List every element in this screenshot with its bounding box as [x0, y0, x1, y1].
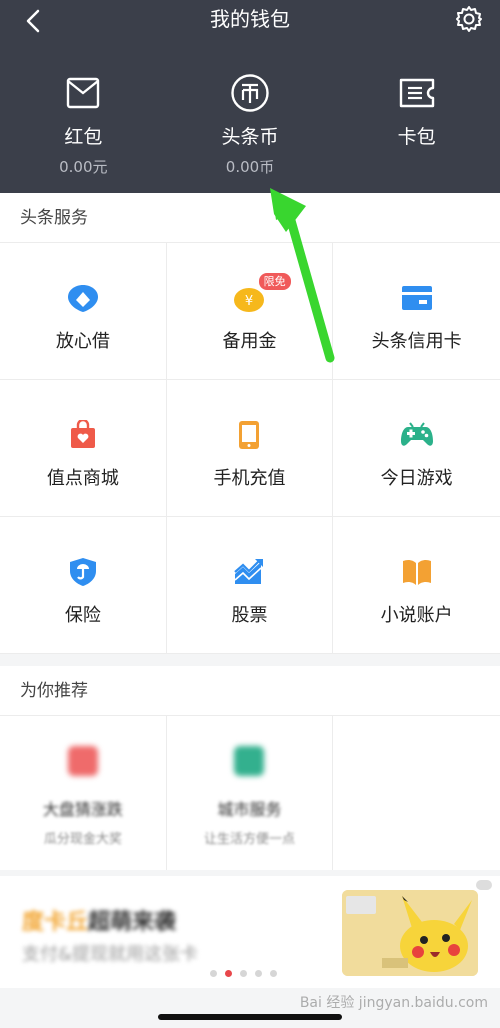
wallet-value: 0.00币	[225, 158, 275, 176]
wallet-label: 卡包	[397, 126, 436, 148]
service-insurance[interactable]: 保险	[0, 517, 167, 654]
calendar-icon	[67, 746, 98, 776]
shop-bag-icon	[70, 420, 95, 448]
carousel-dot-active[interactable]	[225, 970, 232, 977]
recommend-empty-slot	[333, 716, 500, 870]
service-phone-recharge[interactable]: 手机充值	[166, 380, 334, 517]
recommend-item[interactable]: 城市服务 让生活方便一点	[167, 716, 334, 870]
settings-gear-icon[interactable]	[454, 4, 484, 34]
service-games[interactable]: 今日游戏	[333, 380, 500, 517]
carousel-dot[interactable]	[255, 970, 262, 977]
wallet-summary-row: 红包 0.00元 头条币 0.00币 卡包	[0, 70, 500, 176]
service-fangxinjie[interactable]: 放心借	[0, 243, 167, 380]
service-label: 保险	[64, 605, 101, 626]
section-title: 为你推荐	[0, 666, 500, 716]
carousel-dot[interactable]	[270, 970, 277, 977]
services-grid: 放心借 ¥ 限免 备用金 头条信用卡 值点商城 手机充值 今日游戏 保险 股票 …	[0, 243, 500, 654]
svg-text:¥: ¥	[245, 294, 253, 309]
section-title: 头条服务	[0, 193, 500, 243]
recommend-title: 大盘猜涨跌	[42, 800, 123, 819]
umbrella-shield-icon	[69, 558, 96, 586]
home-indicator[interactable]	[158, 1014, 342, 1020]
recommend-subtitle: 瓜分现金大奖	[43, 832, 122, 847]
service-label: 手机充值	[213, 468, 286, 489]
banner-title: 度卡丘超萌来袭	[22, 904, 176, 936]
service-stocks[interactable]: 股票	[166, 517, 334, 654]
service-label: 备用金	[222, 331, 277, 352]
banner-subtitle: 支付&提现就用这张卡	[22, 944, 199, 965]
recommend-subtitle: 让生活方便一点	[203, 832, 295, 847]
wallet-label: 红包	[64, 126, 103, 148]
services-section: 头条服务 放心借 ¥ 限免 备用金 头条信用卡 值点商城 手机充值 今日游戏 保…	[0, 193, 500, 654]
service-beiyongjin[interactable]: ¥ 限免 备用金	[166, 243, 334, 380]
service-label: 今日游戏	[380, 468, 453, 489]
service-label: 放心借	[55, 331, 110, 352]
page-title: 我的钱包	[210, 7, 290, 31]
shield-loan-icon	[67, 285, 98, 312]
gamepad-icon	[400, 422, 433, 446]
wallet-label: 头条币	[221, 126, 279, 148]
wallet-value	[333, 156, 500, 176]
free-badge: 限免	[258, 273, 291, 290]
watermark: Bai 经验 jingyan.baidu.com	[299, 995, 488, 1011]
envelope-icon	[67, 77, 100, 109]
recommend-item[interactable]: 大盘猜涨跌 瓜分现金大奖	[0, 716, 167, 870]
stock-chart-icon	[234, 559, 264, 584]
wallet-item-card-pack[interactable]: 卡包	[333, 70, 500, 176]
recommend-title: 城市服务	[217, 800, 282, 819]
wallet-item-hongbao[interactable]: 红包 0.00元	[0, 70, 167, 176]
building-icon	[234, 746, 265, 776]
banner-card-image	[342, 890, 478, 976]
wallet-item-toutiao-coin[interactable]: 头条币 0.00币	[167, 70, 334, 176]
recommend-grid: 大盘猜涨跌 瓜分现金大奖 城市服务 让生活方便一点	[0, 716, 500, 870]
recommend-section: 为你推荐 大盘猜涨跌 瓜分现金大奖 城市服务 让生活方便一点	[0, 666, 500, 870]
banner-title-highlight: 度卡丘	[22, 910, 89, 935]
banner-title-rest: 超萌来袭	[88, 910, 177, 935]
pikachu-card-illustration	[342, 890, 478, 976]
service-credit-card[interactable]: 头条信用卡	[333, 243, 500, 380]
credit-card-icon	[401, 286, 432, 310]
carousel-dot[interactable]	[240, 970, 247, 977]
service-shop[interactable]: 值点商城	[0, 380, 167, 517]
coin-icon	[231, 74, 269, 112]
ticket-icon	[399, 78, 434, 108]
service-novel-account[interactable]: 小说账户	[333, 517, 500, 654]
promo-banner[interactable]: 度卡丘超萌来袭 支付&提现就用这张卡	[0, 876, 500, 988]
service-label: 值点商城	[46, 468, 119, 489]
service-label: 小说账户	[380, 605, 453, 626]
service-label: 头条信用卡	[371, 331, 462, 352]
carousel-dot[interactable]	[210, 970, 217, 977]
service-label: 股票	[231, 605, 268, 626]
carousel-dots	[210, 970, 277, 977]
banner-close-icon[interactable]	[476, 880, 492, 890]
wallet-value: 0.00元	[59, 158, 108, 176]
phone-icon	[239, 421, 260, 449]
wallet-header: 我的钱包 红包 0.00元 头条币 0.00币 卡包	[0, 0, 500, 193]
book-icon	[402, 559, 431, 585]
